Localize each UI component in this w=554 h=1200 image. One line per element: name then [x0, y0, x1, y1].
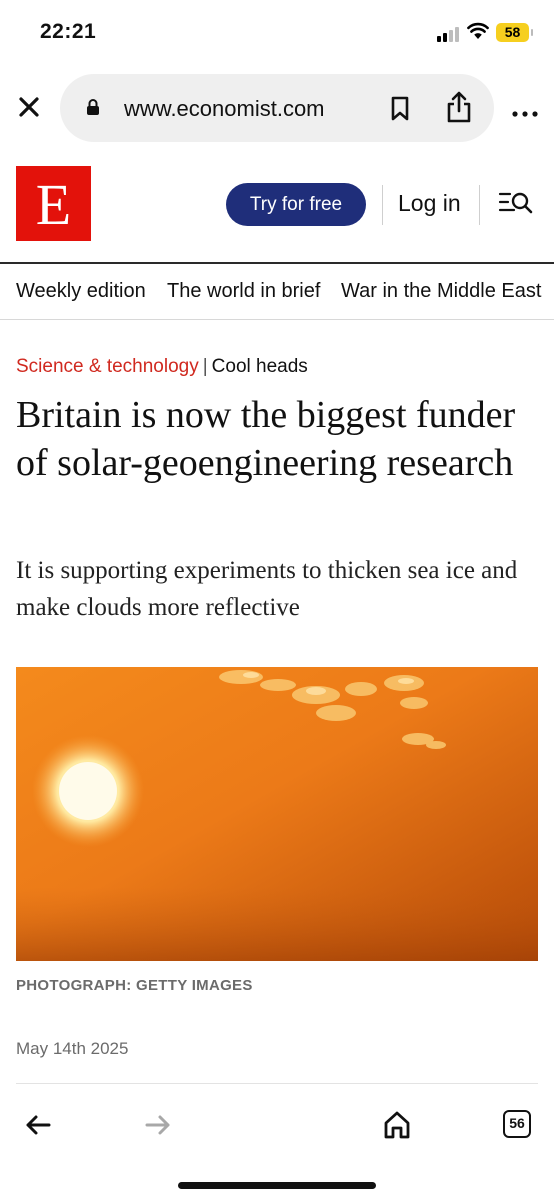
nav-item-world-in-brief[interactable]: The world in brief [167, 280, 320, 303]
back-arrow-icon[interactable] [24, 1114, 52, 1136]
browser-toolbar: www.economist.com [0, 62, 554, 152]
header-divider [479, 185, 480, 225]
header-divider [382, 185, 383, 225]
photo-credit: PHOTOGRAPH: GETTY IMAGES [16, 977, 253, 994]
economist-logo[interactable]: E [16, 166, 91, 241]
section-nav: Weekly edition The world in brief War in… [0, 264, 554, 320]
close-icon[interactable] [16, 94, 42, 120]
forward-arrow-icon[interactable] [144, 1114, 172, 1136]
url-text: www.economist.com [124, 96, 325, 121]
publication-date: May 14th 2025 [16, 1039, 129, 1058]
lock-icon [86, 98, 100, 116]
article-headline: Britain is now the biggest funder of sol… [16, 394, 516, 484]
menu-search-icon[interactable] [498, 190, 534, 218]
nav-item-middle-east[interactable]: War in the Middle East [341, 280, 541, 303]
site-header: E Try for free Log in [0, 152, 554, 264]
more-icon[interactable] [512, 104, 538, 117]
home-icon[interactable] [382, 1110, 412, 1140]
home-indicator [178, 1182, 376, 1189]
bookmark-icon[interactable] [390, 96, 410, 122]
address-bar[interactable]: www.economist.com [60, 74, 494, 142]
tabs-icon[interactable]: 56 [503, 1110, 531, 1138]
nav-item-weekly-edition[interactable]: Weekly edition [16, 280, 146, 303]
try-for-free-button[interactable]: Try for free [226, 183, 366, 226]
breadcrumb-separator: | [202, 356, 208, 377]
wifi-icon [467, 22, 489, 40]
share-icon[interactable] [446, 90, 472, 124]
signal-strength-icon [437, 26, 463, 42]
login-link[interactable]: Log in [398, 190, 461, 217]
battery-icon: 58 [496, 23, 533, 42]
status-bar: 22:21 58 [0, 0, 554, 62]
divider [16, 1083, 538, 1084]
status-time: 22:21 [40, 20, 97, 43]
breadcrumb: Science & technology | Cool heads [16, 356, 308, 378]
article-subheadline: It is supporting experiments to thicken … [16, 557, 518, 621]
section-link[interactable]: Science & technology [16, 356, 199, 377]
article-rubric: Cool heads [211, 356, 308, 377]
article-photo [16, 667, 538, 961]
browser-bottom-bar: 56 [0, 1090, 554, 1200]
